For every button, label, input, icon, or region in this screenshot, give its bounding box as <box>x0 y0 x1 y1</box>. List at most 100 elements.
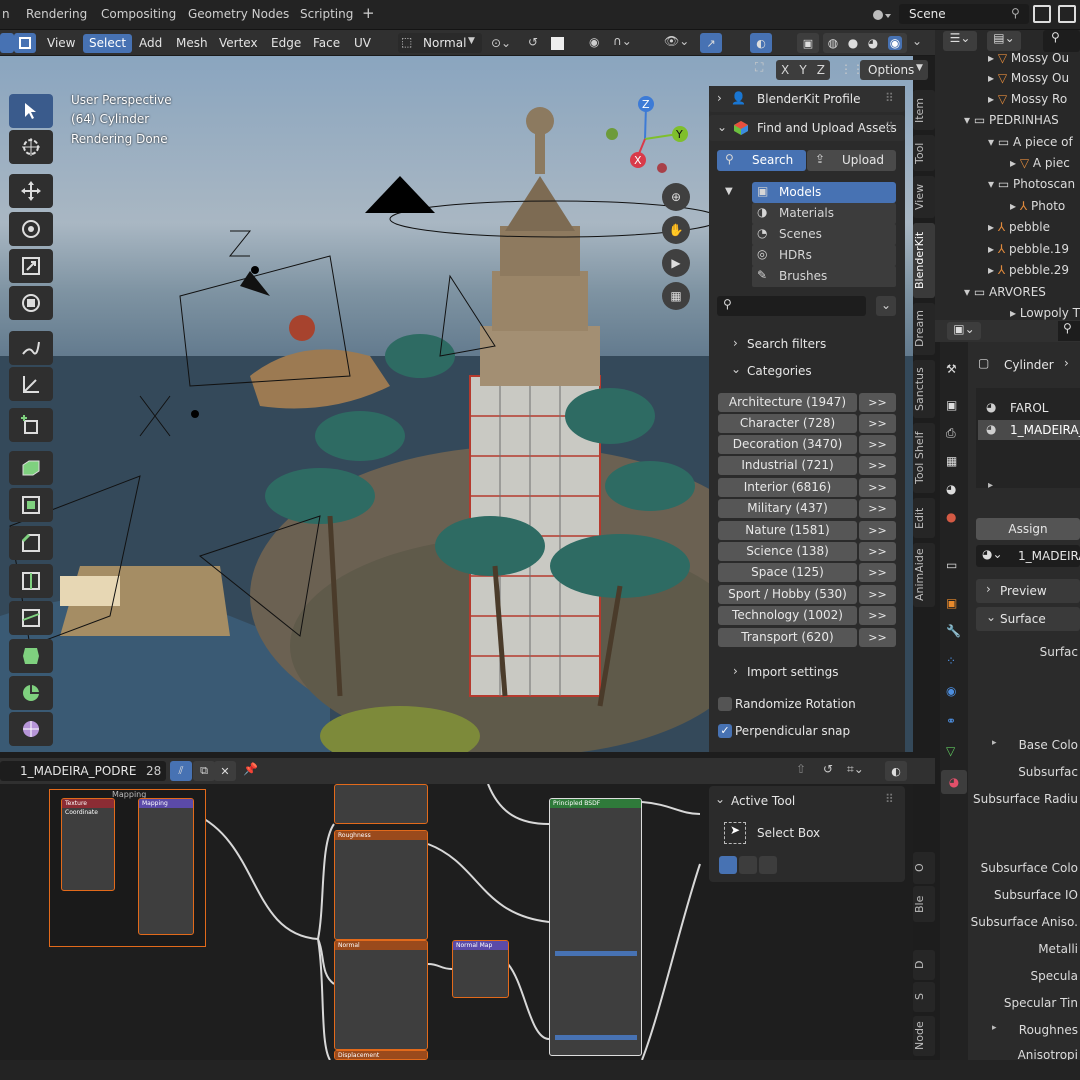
outliner-collection[interactable]: ▾ ▭ ARVORES <box>964 282 1046 302</box>
material-slot[interactable]: ◕ FAROL <box>978 398 1080 418</box>
outliner-item[interactable]: ▸ ▽ Mossy Ou <box>988 48 1069 68</box>
asset-type-materials[interactable]: ◑ Materials <box>752 203 896 224</box>
transform-orientation-dropdown[interactable]: ⬚ Normal ▼ <box>398 33 482 53</box>
extrude-tool[interactable] <box>9 451 53 485</box>
data-tab-icon[interactable]: ▽ <box>946 744 955 758</box>
rotate-tool[interactable] <box>9 212 53 246</box>
snap-icon[interactable]: ↺ <box>823 762 833 776</box>
search-options-icon[interactable]: ⌄ <box>876 296 896 316</box>
shading-options-icon[interactable]: ⌄ <box>912 34 922 48</box>
menu-mesh[interactable]: Mesh <box>170 34 214 53</box>
drag-handle-icon[interactable]: ⠿ <box>885 91 894 105</box>
tab-sanctus[interactable]: Sanctus <box>913 360 935 418</box>
outliner-item[interactable]: ▸ ▽ Mossy Ou <box>988 68 1069 88</box>
roughness-texture-node[interactable]: Roughness <box>334 830 428 940</box>
outliner-item[interactable]: ▸ ▽ Mossy Ro <box>988 89 1067 109</box>
fake-user-icon[interactable]: ⫽ <box>170 761 192 781</box>
tab-tool[interactable]: Tool <box>913 135 935 171</box>
drag-handle-icon[interactable]: ⠿ <box>885 792 894 806</box>
workspace-tab-compositing[interactable]: Compositing <box>101 7 176 21</box>
output-tab-icon[interactable]: ⎙ <box>946 426 956 441</box>
options-dropdown[interactable]: Options ▼ <box>860 60 928 80</box>
render-tab-icon[interactable]: ▣ <box>946 398 957 412</box>
knife-tool[interactable] <box>9 601 53 635</box>
upload-tab[interactable]: ⇪ Upload <box>807 150 896 171</box>
category-button[interactable]: Sport / Hobby (530) <box>718 585 857 604</box>
transform-tool[interactable] <box>9 286 53 320</box>
measure-tool[interactable] <box>9 367 53 401</box>
delete-scene-icon[interactable] <box>1058 5 1076 23</box>
menu-edge[interactable]: Edge <box>265 34 307 53</box>
category-open-button[interactable]: >> <box>859 478 896 497</box>
category-button[interactable]: Space (125) <box>718 563 857 582</box>
mirror-icon[interactable]: ⛶ <box>755 60 775 80</box>
category-button[interactable]: Decoration (3470) <box>718 435 857 454</box>
category-button[interactable]: Nature (1581) <box>718 521 857 540</box>
scene-tab-icon[interactable]: ◕ <box>946 482 956 496</box>
category-open-button[interactable]: >> <box>859 456 896 475</box>
tab-blenderkit[interactable]: BlenderKit <box>913 223 935 298</box>
new-selection-icon[interactable] <box>719 856 737 874</box>
node-editor[interactable]: Mapping Texture Coordinate Mapping Rough… <box>0 784 913 1060</box>
bevel-tool[interactable] <box>9 526 53 560</box>
menu-uv[interactable]: UV <box>348 34 377 53</box>
tab-edit[interactable]: Edit <box>913 498 935 538</box>
expand-icon[interactable]: ▸ <box>988 480 993 491</box>
tab-dream[interactable]: Dream <box>913 303 935 355</box>
outliner-item[interactable]: ▸ ⅄ pebble.29 <box>988 260 1069 280</box>
loop-cut-tool[interactable] <box>9 564 53 598</box>
workspace-tab[interactable]: n <box>2 7 10 21</box>
drag-handle-icon[interactable]: ⠿ <box>885 120 894 134</box>
expand-icon[interactable]: ▸ <box>992 1023 997 1033</box>
outliner-item[interactable]: ▸ ⅄ Photo <box>1010 196 1065 216</box>
extend-selection-icon[interactable] <box>739 856 757 874</box>
modifier-tab-icon[interactable]: 🔧 <box>946 624 961 638</box>
image-texture-node[interactable] <box>334 784 428 824</box>
category-open-button[interactable]: >> <box>859 563 896 582</box>
ortho-grid-icon[interactable]: ▦ <box>662 282 690 310</box>
outliner-item[interactable]: ▸ ▽ A piec <box>1010 153 1070 173</box>
select-box-tool[interactable] <box>9 94 53 128</box>
wireframe-shading-icon[interactable]: ◍ <box>828 36 838 50</box>
snap-target-icon[interactable] <box>551 37 564 50</box>
material-name-field[interactable]: 1_MADEIRA_PODRE <box>0 761 166 781</box>
normal-texture-node[interactable]: Normal <box>334 940 428 1050</box>
material-selector[interactable]: ◕⌄ 1_MADEIRA <box>976 545 1080 567</box>
assign-button[interactable]: Assign <box>976 518 1080 540</box>
material-shading-icon[interactable]: ◕ <box>868 36 878 50</box>
vertex-select-icon[interactable] <box>14 33 36 53</box>
tab-node-d[interactable]: D <box>913 950 935 980</box>
outliner-item[interactable]: ▸ ⅄ pebble <box>988 217 1050 237</box>
scene-selector[interactable]: Scene ⚲ <box>899 4 1029 24</box>
axis-y-toggle[interactable]: Y <box>799 63 806 77</box>
poly-build-tool[interactable] <box>9 639 53 673</box>
outliner-item[interactable]: ▸ ⅄ pebble.19 <box>988 239 1069 259</box>
tab-view[interactable]: View <box>913 176 935 218</box>
outliner-item[interactable]: ▸ Lowpoly T <box>1010 303 1080 320</box>
move-tool[interactable] <box>9 174 53 208</box>
category-open-button[interactable]: >> <box>859 393 896 412</box>
inset-tool[interactable] <box>9 488 53 522</box>
material-slot-active[interactable]: ◕ 1_MADEIRA_P <box>978 420 1080 440</box>
menu-add[interactable]: Add <box>133 34 168 53</box>
pivot-icon[interactable]: ⊙⌄ <box>491 36 511 50</box>
profile-header[interactable]: › 👤 BlenderKit Profile ⠿ <box>709 86 905 112</box>
snap-element-icon[interactable]: ⌗⌄ <box>847 762 864 777</box>
chevron-down-icon[interactable]: ▼ <box>725 186 733 197</box>
preview-panel-header[interactable]: › Preview <box>976 579 1080 603</box>
menu-select[interactable]: Select <box>83 34 133 53</box>
principled-bsdf-node[interactable]: Principled BSDF <box>549 798 642 1056</box>
tab-tool-shelf[interactable]: Tool Shelf <box>913 423 935 493</box>
scale-tool[interactable] <box>9 249 53 283</box>
outliner-item[interactable]: ▾ ▭ A piece of <box>988 132 1073 152</box>
pan-hand-icon[interactable]: ✋ <box>662 216 690 244</box>
duplicate-material-icon[interactable]: ⧉ <box>193 761 215 781</box>
visibility-icon[interactable]: 👁⌄ <box>664 34 689 48</box>
annotate-tool[interactable] <box>9 331 53 365</box>
category-open-button[interactable]: >> <box>859 499 896 518</box>
zoom-icon[interactable]: ⊕ <box>662 183 690 211</box>
properties-editor-icon[interactable]: ▣⌄ <box>947 322 981 340</box>
mapping-node[interactable]: Mapping <box>138 798 194 935</box>
object-tab-icon[interactable]: ▣ <box>946 596 957 610</box>
unlink-material-icon[interactable]: ✕ <box>214 761 236 781</box>
